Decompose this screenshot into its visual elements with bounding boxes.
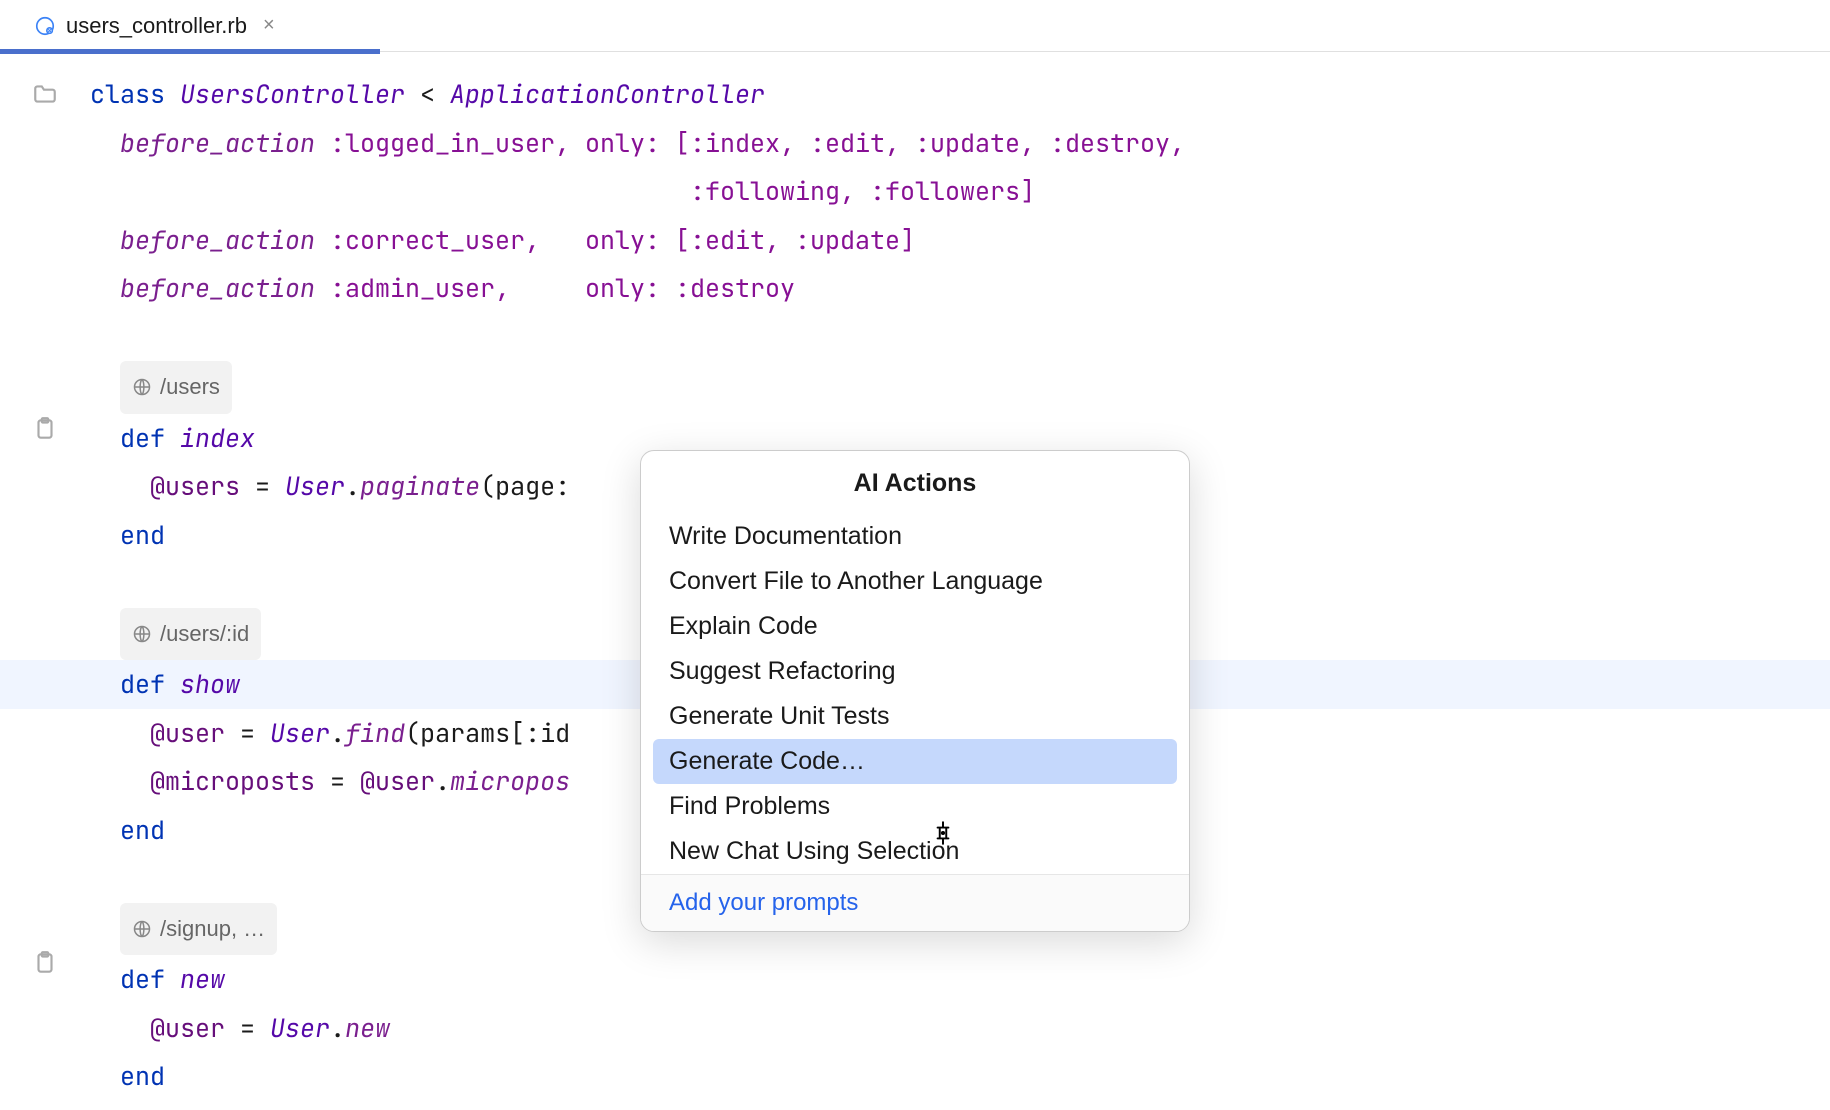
code-line[interactable]: @user = User.new bbox=[90, 1004, 1830, 1053]
code-line[interactable]: before_action :correct_user, only: [:edi… bbox=[90, 216, 1830, 265]
menu-item-find-problems[interactable]: Find Problems bbox=[653, 784, 1177, 829]
code-line[interactable]: :following, :followers] bbox=[90, 167, 1830, 216]
menu-item-convert-file[interactable]: Convert File to Another Language bbox=[653, 559, 1177, 604]
tab-active-indicator bbox=[0, 49, 380, 54]
code-line[interactable]: before_action :logged_in_user, only: [:i… bbox=[90, 119, 1830, 168]
menu-item-suggest-refactoring[interactable]: Suggest Refactoring bbox=[653, 649, 1177, 694]
menu-item-generate-code[interactable]: Generate Code… bbox=[653, 739, 1177, 784]
globe-icon bbox=[132, 624, 152, 644]
popup-title: AI Actions bbox=[641, 451, 1189, 510]
code-line[interactable]: class UsersController < ApplicationContr… bbox=[90, 70, 1830, 119]
close-icon[interactable]: × bbox=[263, 14, 275, 37]
tab-users-controller[interactable]: users_controller.rb × bbox=[20, 13, 289, 39]
globe-icon bbox=[132, 377, 152, 397]
ruby-file-icon bbox=[34, 15, 56, 37]
code-line[interactable]: /users bbox=[90, 361, 1830, 414]
folder-icon[interactable] bbox=[32, 81, 58, 107]
gutter bbox=[0, 70, 90, 1101]
globe-icon bbox=[132, 919, 152, 939]
code-line[interactable]: before_action :admin_user, only: :destro… bbox=[90, 264, 1830, 313]
route-hint: /signup, … bbox=[120, 903, 277, 956]
clipboard-icon[interactable] bbox=[32, 950, 58, 976]
tab-filename: users_controller.rb bbox=[66, 13, 247, 39]
ai-actions-popup: AI Actions Write Documentation Convert F… bbox=[640, 450, 1190, 932]
add-prompts-link[interactable]: Add your prompts bbox=[669, 889, 858, 916]
menu-item-generate-unit-tests[interactable]: Generate Unit Tests bbox=[653, 694, 1177, 739]
code-line[interactable]: end bbox=[90, 1052, 1830, 1101]
tab-bar: users_controller.rb × bbox=[0, 0, 1830, 52]
menu-item-write-documentation[interactable]: Write Documentation bbox=[653, 514, 1177, 559]
code-line[interactable] bbox=[90, 313, 1830, 362]
clipboard-icon[interactable] bbox=[32, 416, 58, 442]
popup-items: Write Documentation Convert File to Anot… bbox=[641, 510, 1189, 874]
route-hint: /users/:id bbox=[120, 608, 261, 661]
route-hint: /users bbox=[120, 361, 232, 414]
code-line[interactable]: def new bbox=[90, 955, 1830, 1004]
popup-footer: Add your prompts bbox=[641, 874, 1189, 931]
menu-item-explain-code[interactable]: Explain Code bbox=[653, 604, 1177, 649]
menu-item-new-chat[interactable]: New Chat Using Selection bbox=[653, 829, 1177, 874]
